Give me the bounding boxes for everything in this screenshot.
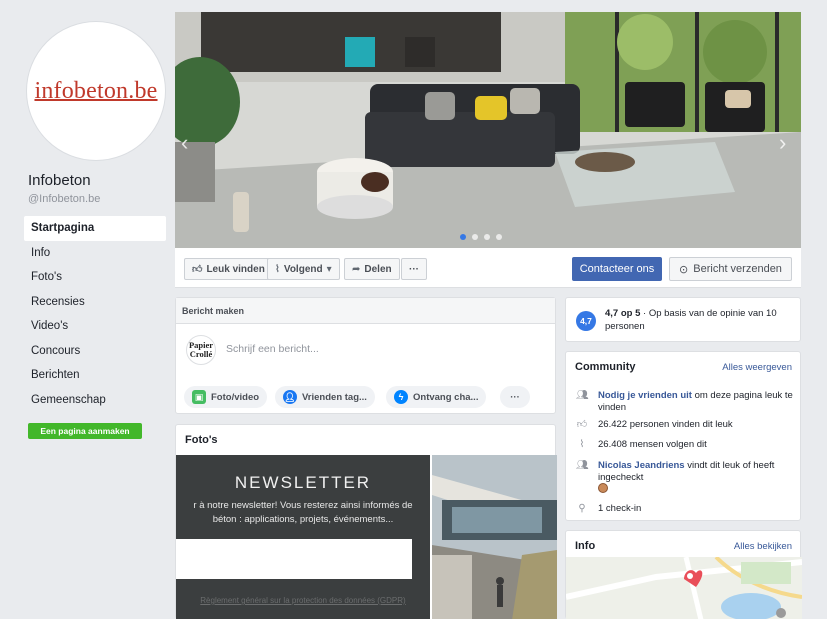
friend-activity-row: 👥︎ Nicolas Jeandriens vindt dit leuk of … (576, 460, 794, 484)
checkins-row: ⚲ 1 check-in (576, 503, 794, 515)
rss-icon: ⌇ (275, 263, 280, 275)
tag-friends-icon: 👤︎ (283, 390, 297, 404)
follow-label: Volgend (283, 263, 323, 275)
tag-friends-button[interactable]: 👤︎ Vrienden tag... (275, 386, 375, 408)
caret-down-icon: ▾ (326, 263, 332, 275)
photo-video-label: Foto/video (211, 391, 260, 403)
page-title[interactable]: Infobeton (28, 172, 91, 189)
friend-avatar[interactable] (598, 483, 608, 493)
rating-badge: 4,7 (576, 311, 596, 331)
send-message-button[interactable]: ⊙ Bericht verzenden (669, 257, 792, 281)
rating-summary[interactable]: 4,7 op 5 · Op basis van de opinie van 10… (605, 307, 795, 333)
newsletter-photo[interactable]: NEWSLETTER r à notre newsletter! Vous re… (176, 455, 430, 619)
messenger-icon: ⊙ (679, 263, 689, 276)
follow-button[interactable]: ⌇ Volgend ▾ (267, 258, 340, 280)
post-composer: Bericht maken Papier Crollé Schrijf een … (175, 297, 556, 414)
nav-item-reviews[interactable]: Recensies (24, 290, 166, 315)
nav-item-startpagina[interactable]: Startpagina (24, 216, 166, 241)
info-title: Info (575, 540, 596, 552)
rating-card: 4,7 4,7 op 5 · Op basis van de opinie va… (565, 297, 801, 342)
newsletter-title: NEWSLETTER (234, 473, 372, 492)
slide-dot[interactable] (460, 234, 466, 240)
likes-row: 👍︎ 26.422 personen vinden dit leuk (576, 419, 794, 431)
likes-count: 26.422 personen vinden dit leuk (598, 419, 733, 430)
photo-icon: ▣ (192, 390, 206, 404)
page-action-bar: 👍︎ Leuk vinden ⌇ Volgend ▾ ➦ Delen ··· C… (175, 248, 801, 288)
share-button[interactable]: ➦ Delen (344, 258, 400, 280)
post-input[interactable]: Schrijf een bericht... (226, 343, 319, 355)
follows-count: 26.408 mensen volgen dit (598, 439, 707, 450)
composer-more-label: ··· (510, 391, 520, 403)
info-card: Info Alles bekijken (565, 530, 802, 619)
community-see-all-link[interactable]: Alles weergeven (722, 362, 792, 373)
nav-item-community[interactable]: Gemeenschap (24, 388, 166, 413)
thumbs-up-icon: 👍︎ (192, 264, 203, 275)
location-pin-icon: ⚲ (578, 503, 586, 514)
avatar-line-2: Crollé (189, 349, 213, 359)
send-message-label: Bericht verzenden (693, 263, 782, 275)
share-arrow-icon: ➦ (352, 263, 361, 275)
composer-avatar: Papier Crollé (186, 335, 216, 365)
like-button[interactable]: 👍︎ Leuk vinden (184, 258, 273, 280)
photos-section: Foto's NEWSLETTER r à notre newsletter! … (175, 424, 557, 619)
messenger-icon: ϟ (394, 390, 408, 404)
house-photo[interactable] (432, 455, 557, 619)
invite-friends-icon: 👥︎ (576, 390, 589, 401)
nav-item-info[interactable]: Info (24, 241, 166, 266)
newsletter-line-2: béton : applications, projets, événement… (212, 514, 394, 525)
more-options-button[interactable]: ··· (401, 258, 427, 280)
invite-text: Nodig je vrienden uit om deze pagina leu… (598, 390, 794, 414)
friend-activity-text: Nicolas Jeandriens vindt dit leuk of hee… (598, 460, 794, 484)
invite-friends-link[interactable]: Nodig je vrienden uit (598, 390, 692, 401)
share-label: Delen (364, 263, 392, 275)
location-map[interactable] (566, 557, 802, 619)
page-nav: Startpagina Info Foto's Recensies Video'… (24, 216, 166, 412)
community-card: Community Alles weergeven 👥︎ Nodig je vr… (565, 351, 801, 521)
page-handle[interactable]: @Infobeton.be (28, 193, 100, 205)
create-page-button[interactable]: Een pagina aanmaken (28, 423, 142, 439)
newsletter-stripe (412, 539, 430, 579)
cover-slide-indicator (460, 234, 502, 240)
photo-video-button[interactable]: ▣ Foto/video (184, 386, 268, 408)
info-see-all-link[interactable]: Alles bekijken (734, 541, 792, 552)
invite-friends-row: 👥︎ Nodig je vrienden uit om deze pagina … (576, 390, 794, 414)
cover-next-icon[interactable]: › (779, 130, 786, 156)
cover-prev-icon[interactable]: ‹ (181, 130, 188, 156)
map-illustration (566, 557, 802, 619)
nav-item-concours[interactable]: Concours (24, 339, 166, 364)
get-messages-label: Ontvang cha... (413, 391, 479, 403)
get-messages-button[interactable]: ϟ Ontvang cha... (386, 386, 487, 408)
composer-more-button[interactable]: ··· (500, 386, 530, 408)
living-room-illustration (175, 12, 801, 248)
photos-title[interactable]: Foto's (185, 434, 218, 446)
newsletter-text: r à notre newsletter! Vous resterez ains… (176, 499, 430, 527)
friend-name-link[interactable]: Nicolas Jeandriens (598, 460, 685, 471)
contact-button[interactable]: Contacteer ons (572, 257, 662, 281)
newsletter-gdpr-link: Règlement général sur la protection des … (200, 596, 406, 605)
house-illustration (432, 455, 557, 619)
more-label: ··· (409, 263, 419, 275)
checkins-count: 1 check-in (598, 503, 642, 514)
cover-photo[interactable]: ‹ › (175, 12, 801, 248)
like-label: Leuk vinden (206, 263, 265, 275)
nav-item-posts[interactable]: Berichten (24, 363, 166, 388)
composer-title: Bericht maken (176, 298, 555, 324)
slide-dot[interactable] (496, 234, 502, 240)
newsletter-input-box (176, 539, 412, 579)
logo-text: infobeton.be (34, 77, 158, 104)
rating-score-text: 4,7 op 5 (605, 308, 641, 319)
newsletter-line-1: r à notre newsletter! Vous resterez ains… (193, 500, 413, 511)
follows-row: ⌇ 26.408 mensen volgen dit (576, 439, 794, 451)
rss-icon: ⌇ (579, 439, 585, 450)
slide-dot[interactable] (484, 234, 490, 240)
friends-icon: 👥︎ (576, 460, 589, 471)
page-profile-picture[interactable]: infobeton.be (27, 22, 165, 160)
nav-item-photos[interactable]: Foto's (24, 265, 166, 290)
tag-friends-label: Vrienden tag... (302, 391, 367, 403)
thumbs-up-icon: 👍︎ (576, 419, 588, 430)
community-title: Community (575, 361, 636, 373)
page-sidebar: infobeton.be Infobeton @Infobeton.be Sta… (0, 0, 172, 619)
slide-dot[interactable] (472, 234, 478, 240)
nav-item-videos[interactable]: Video's (24, 314, 166, 339)
